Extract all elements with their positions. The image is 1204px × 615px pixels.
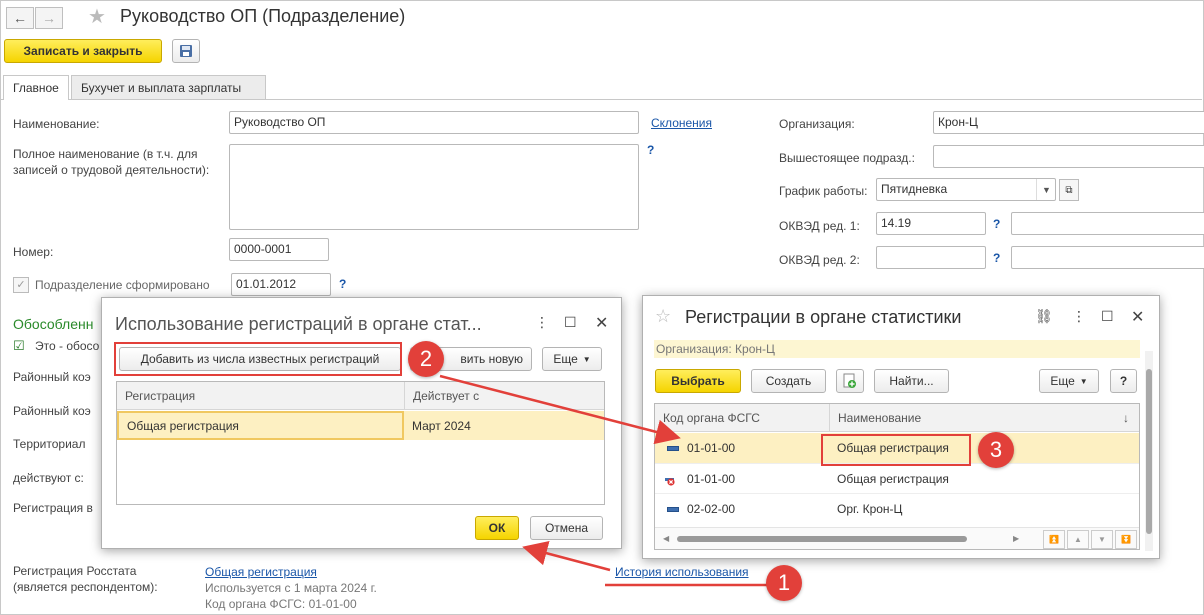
marker-2: 2	[408, 341, 444, 377]
marker-3: 3	[978, 432, 1014, 468]
annotation-arrows	[439, 374, 770, 587]
arrow-1-to-dialog	[522, 541, 611, 572]
marker-1: 1	[766, 565, 802, 601]
arrow-2-to-list	[439, 374, 681, 445]
